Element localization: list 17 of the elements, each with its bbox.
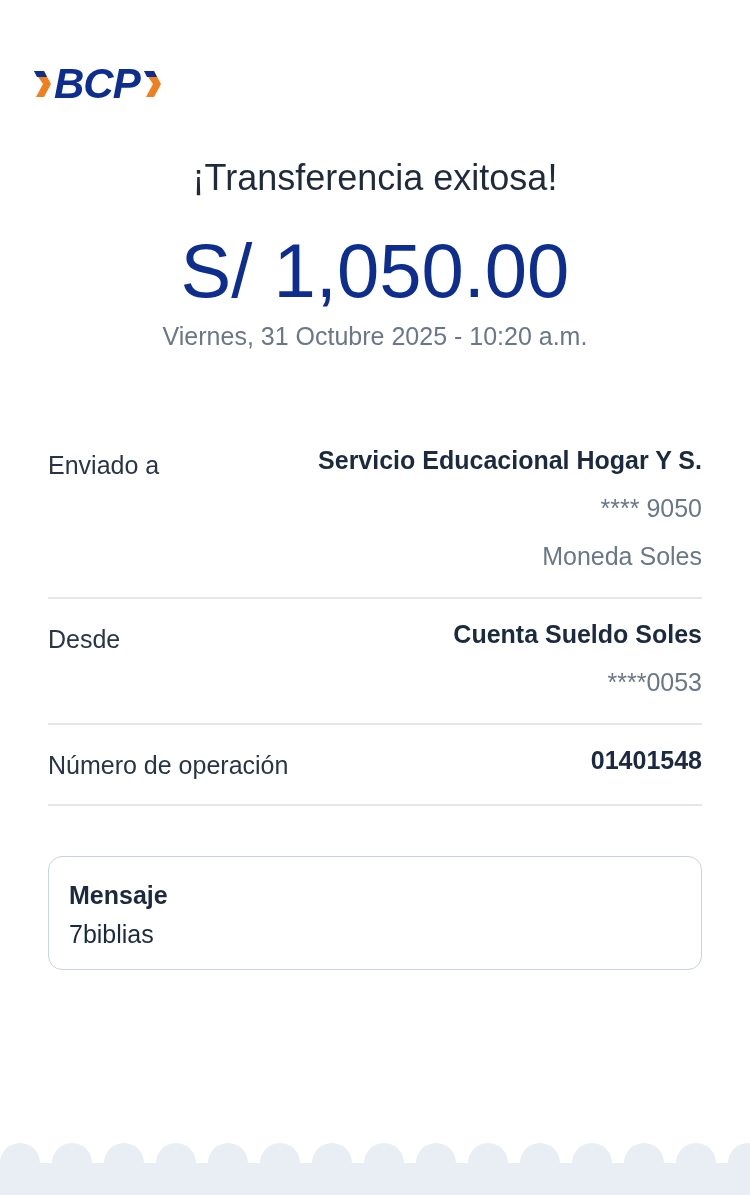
detail-value: Cuenta Sueldo Soles [453, 619, 702, 650]
logo-text: BCP [54, 62, 140, 106]
detail-label: Desde [48, 624, 121, 655]
message-text: 7biblias [69, 920, 155, 949]
message-title: Mensaje [69, 881, 169, 910]
amount: S/ 1,050.00 [179, 228, 571, 314]
detail-value: Servicio Educacional Hogar Y S. [318, 445, 702, 476]
detail-value: 01401548 [590, 745, 702, 776]
success-title: ¡Transferencia exitosa! [191, 156, 559, 200]
date-time: Viernes, 31 Octubre 2025 - 10:20 a.m. [161, 322, 589, 351]
detail-value: **** 9050 [600, 493, 702, 524]
detail-value: ****0053 [607, 667, 702, 698]
detail-value: Moneda Soles [542, 541, 702, 572]
detail-label: Enviado a [48, 450, 160, 481]
chevron-icon [32, 69, 52, 99]
detail-label: Número de operación [48, 750, 289, 780]
chevron-icon [141, 69, 162, 99]
